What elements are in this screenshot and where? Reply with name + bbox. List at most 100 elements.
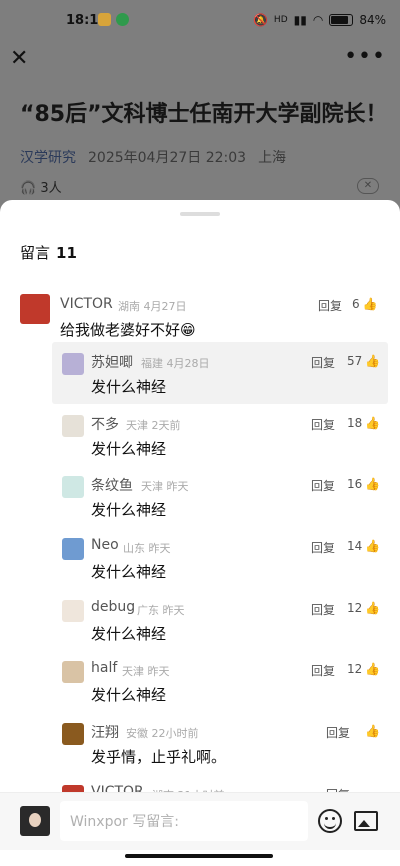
reply-button[interactable]: 回复 [311,477,335,494]
avatar[interactable] [62,353,84,375]
reply-item: half 天津 昨天 回复 12 👍 发什么神经 [0,658,400,714]
my-avatar[interactable] [20,806,50,836]
like-button[interactable]: 57 👍 [347,354,380,368]
dismiss-icon[interactable]: ✕ [357,178,379,194]
emoji-icon[interactable] [318,809,342,833]
like-button[interactable]: 👍 [362,724,380,738]
more-icon[interactable]: ••• [344,44,386,69]
comment-author[interactable]: debug [91,599,135,615]
status-right: 🔕 HD ▮▮ ◠ 84% [253,13,386,27]
like-button[interactable]: 16 👍 [347,477,380,491]
reply-item: 条纹鱼 天津 昨天 回复 16 👍 发什么神经 [0,473,400,529]
comment-author[interactable]: 汪翔 [91,722,119,742]
mail-app-icon [98,13,111,26]
battery-percent: 84% [359,13,386,27]
like-button[interactable]: 12 👍 [347,601,380,615]
reply-item: Neo 山东 昨天 回复 14 👍 发什么神经 [0,535,400,591]
listener-count: 3人 [40,181,62,196]
reply-item: 汪翔 安徽 22小时前 回复 👍 发乎情，止乎礼啊。 [0,720,400,776]
sheet-drag-handle[interactable] [180,212,220,216]
comment-input[interactable]: Winxpor 写留言: [60,801,308,841]
comment-author[interactable]: 条纹鱼 [91,475,133,495]
thumbs-up-icon: 👍 [362,297,378,311]
reply-item: debug 广东 昨天 回复 12 👍 发什么神经 [0,597,400,653]
reply-button[interactable]: 回复 [318,297,342,314]
mute-icon: 🔕 [252,13,268,27]
like-count: 12 [347,601,363,615]
comment-info: 天津 2天前 [126,419,181,432]
wifi-icon: ◠ [312,13,324,27]
like-count: 14 [347,539,363,553]
comment-text: 发什么神经 [91,625,167,643]
comments-count: 11 [56,244,77,262]
comment-text: 发什么神经 [91,440,167,458]
signal-icon: HD [273,15,288,25]
reply-item: 不多 天津 2天前 回复 18 👍 发什么神经 [0,412,400,468]
article-source[interactable]: 汉学研究 [20,147,76,167]
close-icon[interactable]: ✕ [10,46,28,71]
thumbs-up-icon: 👍 [365,477,381,491]
like-button[interactable]: 14 👍 [347,539,380,553]
avatar[interactable] [62,476,84,498]
reply-item: 苏妲唧 福建 4月28日 回复 57 👍 发什么神经 [0,350,400,406]
comment-text: 发什么神经 [91,501,167,519]
thumbs-up-icon: 👍 [365,354,381,368]
comments-header: 留言 11 [20,242,77,263]
thumbs-up-icon: 👍 [365,601,381,615]
article-location: 上海 [258,150,287,166]
reply-button[interactable]: 回复 [311,416,335,433]
article-datetime: 2025年04月27日 22:03 [88,150,247,166]
reply-button[interactable]: 回复 [326,724,350,741]
battery-icon [329,14,354,26]
image-icon[interactable] [354,811,378,831]
comment-info: 广东 昨天 [137,604,185,617]
headphones-icon: 🎧 [20,181,37,196]
like-count: 18 [347,416,363,430]
comment-info: 山东 昨天 [123,542,171,555]
comment-text: 发什么神经 [91,563,167,581]
like-count: 16 [347,477,363,491]
reply-button[interactable]: 回复 [311,539,335,556]
like-count: 12 [347,662,363,676]
home-indicator[interactable] [125,854,273,858]
comment-author[interactable]: 苏妲唧 [91,352,133,372]
comment-text: 发乎情，止乎礼啊。 [91,748,227,766]
like-count: 6 [352,297,360,311]
like-count: 57 [347,354,363,368]
status-bar: 18:11 🔕 HD ▮▮ ◠ 84% [0,0,400,40]
comment-author[interactable]: half [91,660,117,676]
comment-author[interactable]: VICTOR [60,296,113,312]
comment-info: 福建 4月28日 [141,357,210,370]
comments-sheet: 留言 11 VICTOR 湖南 4月27日 回复 6 👍 给我做老婆好不好😁 苏妲唧… [0,200,400,866]
article-topbar: ✕ ••• [0,40,400,80]
comment-author[interactable]: Neo [91,537,119,553]
reply-button[interactable]: 回复 [311,354,335,371]
avatar[interactable] [62,538,84,560]
reply-button[interactable]: 回复 [311,662,335,679]
like-button[interactable]: 18 👍 [347,416,380,430]
avatar[interactable] [20,294,50,324]
like-button[interactable]: 12 👍 [347,662,380,676]
avatar[interactable] [62,415,84,437]
comment-text: 发什么神经 [91,378,167,396]
cell-signal-icon: ▮▮ [293,13,307,27]
comment-info: 湖南 4月27日 [118,300,187,313]
thumbs-up-icon: 👍 [365,416,381,430]
article-meta: 汉学研究 2025年04月27日 22:03 上海 [20,147,286,167]
comment-text: 给我做老婆好不好😁 [60,321,196,339]
thumbs-up-icon: 👍 [365,662,381,676]
comment-author[interactable]: 不多 [91,414,119,434]
comment-info: 天津 昨天 [122,665,170,678]
thumbs-up-icon: 👍 [365,539,381,553]
like-button[interactable]: 6 👍 [352,297,378,311]
comment-input-bar: Winxpor 写留言: [0,792,400,850]
avatar[interactable] [62,661,84,683]
comments-title: 留言 [20,244,51,262]
thumbs-up-icon: 👍 [365,724,380,738]
avatar[interactable] [62,600,84,622]
comment-info: 安徽 22小时前 [126,727,199,740]
avatar[interactable] [62,723,84,745]
article-title: “85后”文科博士任南开大学副院长！ [20,102,388,127]
listeners[interactable]: 🎧 3人 [20,177,62,196]
reply-button[interactable]: 回复 [311,601,335,618]
